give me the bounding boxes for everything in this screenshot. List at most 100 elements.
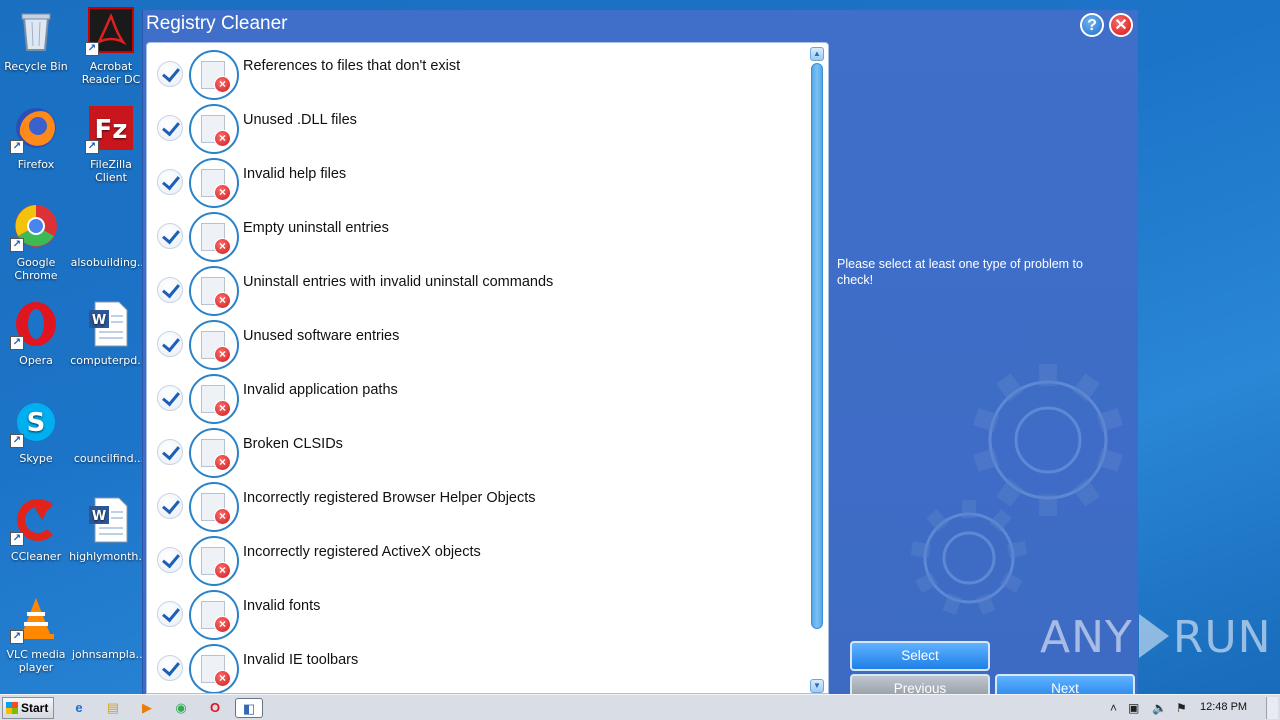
problem-type-label: Broken CLSIDs bbox=[243, 436, 343, 452]
desktop-icon-label: Firefox bbox=[17, 158, 55, 171]
checkbox-checked-icon[interactable] bbox=[157, 439, 183, 465]
desktop-icon-councilfind[interactable]: councilfind... bbox=[70, 398, 148, 488]
dll-file-icon: × bbox=[189, 104, 239, 154]
desktop-icon-skype[interactable]: S ↗ Skype bbox=[1, 398, 71, 488]
problem-type-label: References to files that don't exist bbox=[243, 58, 461, 74]
desktop-icon-label: computerpd... bbox=[70, 354, 148, 367]
problem-type-row[interactable]: × Uninstall entries with invalid uninstal… bbox=[147, 264, 807, 318]
desktop-icon-computerpd[interactable]: W computerpd... bbox=[70, 300, 148, 390]
blank-file-icon bbox=[85, 202, 133, 250]
desktop-icon-label: Google Chrome bbox=[14, 256, 58, 282]
error-badge-icon: × bbox=[214, 616, 231, 633]
desktop: Recycle Bin ↗ Acrobat Reader DC ↗ Firefo… bbox=[0, 0, 149, 694]
monitor-icon: × bbox=[189, 212, 239, 262]
gear-tooth bbox=[1096, 448, 1124, 473]
desktop-icon-opera[interactable]: ↗ Opera bbox=[1, 300, 71, 390]
desktop-icon-ccleaner[interactable]: ↗ CCleaner bbox=[1, 496, 71, 586]
desktop-icon-firefox[interactable]: ↗ Firefox bbox=[1, 104, 71, 194]
taskbar-media-player-icon[interactable]: ▶ bbox=[136, 698, 158, 718]
desktop-icon-label: highlymonth... bbox=[69, 550, 149, 563]
taskbar-file-explorer-icon[interactable]: ▤ bbox=[102, 698, 124, 718]
problem-type-row[interactable]: × Incorrectly registered Browser Helper O… bbox=[147, 480, 807, 534]
desktop-icon-label: johnsampla... bbox=[71, 648, 147, 661]
folder-icon: × bbox=[189, 374, 239, 424]
problem-type-row[interactable]: × Invalid application paths bbox=[147, 372, 807, 426]
error-badge-icon: × bbox=[214, 508, 231, 525]
recycle-bin-icon bbox=[12, 6, 60, 54]
previous-button[interactable]: Previous bbox=[850, 674, 990, 694]
desktop-icon-recycle-bin[interactable]: Recycle Bin bbox=[1, 6, 71, 96]
problem-type-label: Invalid application paths bbox=[243, 382, 398, 398]
start-button[interactable]: Start bbox=[2, 697, 54, 719]
desktop-icon-label: Acrobat Reader DC bbox=[81, 60, 141, 86]
scroll-up-icon[interactable]: ▲ bbox=[810, 47, 824, 61]
problem-type-row[interactable]: × Empty uninstall entries bbox=[147, 210, 807, 264]
taskbar-registry-cleaner-icon[interactable]: ◧ bbox=[235, 698, 263, 718]
skype-icon: S ↗ bbox=[10, 398, 60, 448]
problem-type-row[interactable]: × References to files that don't exist bbox=[147, 48, 807, 102]
taskbar-opera-icon[interactable]: O bbox=[204, 698, 226, 718]
problem-type-label: Invalid help files bbox=[243, 166, 347, 182]
show-desktop-button[interactable] bbox=[1266, 697, 1278, 719]
problem-type-label: Incorrectly registered ActiveX objects bbox=[243, 544, 481, 560]
volume-icon[interactable]: 🔈 bbox=[1152, 699, 1167, 717]
desktop-icon-alsobuilding[interactable]: alsobuilding... bbox=[70, 202, 148, 292]
svg-text:S: S bbox=[27, 408, 46, 438]
problem-type-row[interactable]: × Unused software entries bbox=[147, 318, 807, 372]
desktop-icon-johnsampla[interactable]: johnsampla... bbox=[70, 594, 148, 684]
problem-type-row[interactable]: × Unused .DLL files bbox=[147, 102, 807, 156]
error-badge-icon: × bbox=[214, 130, 231, 147]
shortcut-arrow-icon: ↗ bbox=[10, 532, 24, 546]
checkbox-checked-icon[interactable] bbox=[157, 115, 183, 141]
help-button[interactable]: ? bbox=[1080, 13, 1104, 37]
problem-type-row[interactable]: × Invalid fonts bbox=[147, 588, 807, 642]
checkbox-checked-icon[interactable] bbox=[157, 601, 183, 627]
tray-expand-icon[interactable]: ˄ bbox=[1110, 699, 1117, 717]
font-icon: × bbox=[189, 590, 239, 640]
error-badge-icon: × bbox=[214, 238, 231, 255]
close-button[interactable]: ✕ bbox=[1109, 13, 1133, 37]
gear-tooth bbox=[915, 571, 938, 594]
shortcut-arrow-icon: ↗ bbox=[85, 140, 99, 154]
checkbox-checked-icon[interactable] bbox=[157, 385, 183, 411]
action-center-flag-icon[interactable]: ⚑ bbox=[1176, 699, 1187, 717]
desktop-icon-label: Opera bbox=[19, 354, 53, 367]
shortcut-arrow-icon: ↗ bbox=[10, 434, 24, 448]
list-scrollbar[interactable]: ▲ ▼ bbox=[810, 47, 824, 693]
problem-type-label: Unused .DLL files bbox=[243, 112, 357, 128]
checkbox-checked-icon[interactable] bbox=[157, 61, 183, 87]
network-icon[interactable]: ▣ bbox=[1128, 699, 1139, 717]
checkbox-checked-icon[interactable] bbox=[157, 223, 183, 249]
problem-type-label: Uninstall entries with invalid uninstall… bbox=[243, 274, 554, 290]
next-button[interactable]: Next bbox=[995, 674, 1135, 694]
desktop-icon-acrobat[interactable]: ↗ Acrobat Reader DC bbox=[76, 6, 146, 96]
checkbox-checked-icon[interactable] bbox=[157, 655, 183, 681]
scroll-thumb[interactable] bbox=[811, 63, 823, 629]
desktop-icon-chrome[interactable]: ↗ Google Chrome bbox=[1, 202, 71, 292]
window-icon: × bbox=[189, 320, 239, 370]
checkbox-checked-icon[interactable] bbox=[157, 493, 183, 519]
vlc-icon: ↗ bbox=[10, 594, 60, 644]
clock[interactable]: 12:48 PM bbox=[1200, 701, 1247, 713]
missing-file-icon: × bbox=[189, 50, 239, 100]
problem-type-row[interactable]: × Broken CLSIDs bbox=[147, 426, 807, 480]
problem-type-row[interactable]: × Invalid IE toolbars bbox=[147, 642, 807, 693]
svg-text:Fz: Fz bbox=[95, 115, 128, 145]
gear-tooth bbox=[1096, 407, 1124, 432]
desktop-icon-label: councilfind... bbox=[73, 452, 145, 465]
checkbox-checked-icon[interactable] bbox=[157, 331, 183, 357]
desktop-icon-highlymonth[interactable]: W highlymonth... bbox=[69, 496, 149, 586]
checkbox-checked-icon[interactable] bbox=[157, 547, 183, 573]
taskbar-chrome-icon[interactable]: ◉ bbox=[170, 698, 192, 718]
taskbar-internet-explorer-icon[interactable]: e bbox=[68, 698, 90, 718]
select-button[interactable]: Select bbox=[850, 641, 990, 671]
checkbox-checked-icon[interactable] bbox=[157, 169, 183, 195]
desktop-icon-vlc[interactable]: ↗ VLC media player bbox=[1, 594, 71, 684]
problem-type-row[interactable]: × Incorrectly registered ActiveX objects bbox=[147, 534, 807, 588]
checkbox-checked-icon[interactable] bbox=[157, 277, 183, 303]
blank-file-icon bbox=[85, 594, 133, 642]
desktop-icon-filezilla[interactable]: Fz ↗ FileZilla Client bbox=[76, 104, 146, 194]
problem-type-row[interactable]: × Invalid help files bbox=[147, 156, 807, 210]
gear-tooth bbox=[1072, 478, 1100, 507]
scroll-down-icon[interactable]: ▼ bbox=[810, 679, 824, 693]
